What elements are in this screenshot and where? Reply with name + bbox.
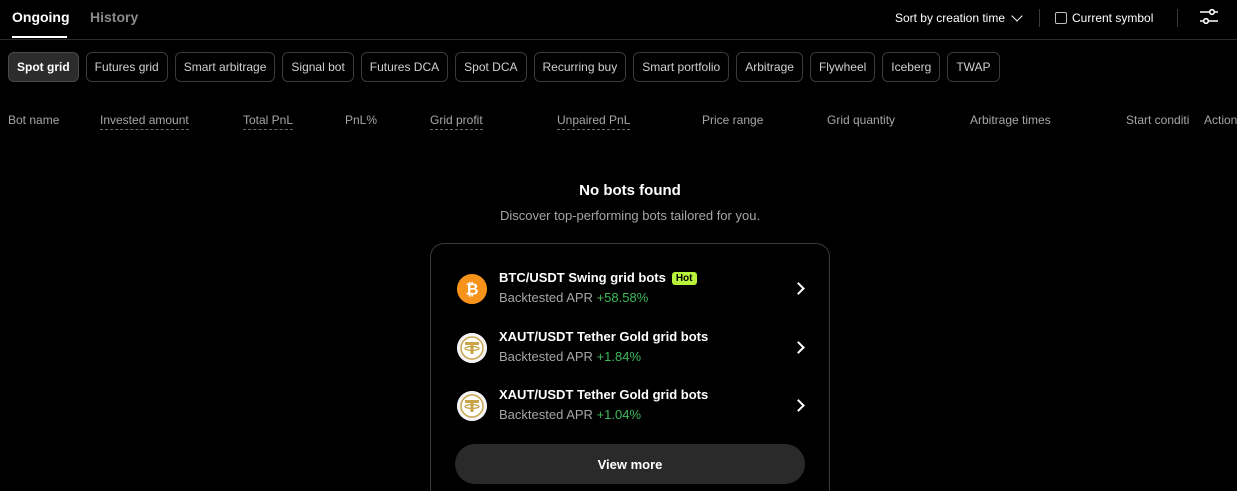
view-more-button[interactable]: View more bbox=[455, 444, 805, 484]
column-price-range: Price range bbox=[702, 113, 764, 127]
chip-iceberg[interactable]: Iceberg bbox=[882, 52, 941, 82]
divider bbox=[1039, 9, 1040, 27]
empty-state-subtitle: Discover top-performing bots tailored fo… bbox=[499, 208, 761, 223]
column-grid-quantity: Grid quantity bbox=[827, 113, 896, 127]
current-symbol-checkbox[interactable] bbox=[1055, 12, 1067, 24]
bitcoin-icon: ₿ bbox=[457, 274, 487, 304]
recommended-bot-apr: Backtested APR +1.84% bbox=[499, 349, 642, 364]
chip-spot-dca[interactable]: Spot DCA bbox=[455, 52, 527, 82]
column-action: Action bbox=[1204, 113, 1237, 127]
column-unpaired-pnl[interactable]: Unpaired PnL bbox=[557, 113, 631, 130]
recommended-bot-title: XAUT/USDT Tether Gold grid bots bbox=[499, 329, 709, 344]
empty-state-title: No bots found bbox=[579, 182, 681, 199]
svg-text:₿: ₿ bbox=[465, 280, 478, 299]
chip-smart-arbitrage[interactable]: Smart arbitrage bbox=[174, 52, 276, 82]
chevron-right-icon bbox=[792, 282, 805, 295]
filter-settings-icon[interactable] bbox=[1199, 8, 1219, 26]
tether-gold-icon bbox=[457, 391, 487, 421]
column-bot-name: Bot name bbox=[8, 113, 60, 127]
column-total-pnl[interactable]: Total PnL bbox=[243, 113, 294, 130]
recommended-bot-item[interactable]: XAUT/USDT Tether Gold grid bots Backtest… bbox=[457, 329, 807, 369]
chevron-right-icon bbox=[792, 341, 805, 354]
tether-gold-icon bbox=[457, 333, 487, 363]
hot-badge: Hot bbox=[671, 272, 697, 285]
top-bar: Ongoing History Sort by creation time Cu… bbox=[0, 0, 1237, 40]
chip-signal-bot[interactable]: Signal bot bbox=[282, 52, 354, 82]
recommended-bot-item[interactable]: XAUT/USDT Tether Gold grid bots Backtest… bbox=[457, 387, 807, 427]
column-grid-profit[interactable]: Grid profit bbox=[430, 113, 483, 130]
chip-flywheel[interactable]: Flywheel bbox=[809, 52, 876, 82]
chip-futures-dca[interactable]: Futures DCA bbox=[360, 52, 449, 82]
recommended-bot-item[interactable]: ₿ BTC/USDT Swing grid bots Hot Backtested… bbox=[457, 270, 807, 310]
chevron-down-icon bbox=[1011, 10, 1023, 22]
column-invested-amount[interactable]: Invested amount bbox=[100, 113, 189, 130]
chip-futures-grid[interactable]: Futures grid bbox=[85, 52, 168, 82]
current-symbol-toggle[interactable]: Current symbol bbox=[1055, 11, 1153, 25]
recommended-bot-title: XAUT/USDT Tether Gold grid bots bbox=[499, 387, 709, 402]
sort-dropdown[interactable]: Sort by creation time bbox=[894, 10, 1023, 25]
recommended-bot-apr: Backtested APR +58.58% bbox=[499, 290, 649, 305]
tab-ongoing[interactable]: Ongoing bbox=[12, 9, 70, 25]
sort-label: Sort by creation time bbox=[894, 11, 1005, 25]
chip-recurring-buy[interactable]: Recurring buy bbox=[533, 52, 627, 82]
column-start-condition: Start conditi bbox=[1126, 113, 1190, 127]
tab-history[interactable]: History bbox=[90, 9, 138, 25]
divider bbox=[1177, 9, 1178, 27]
chip-twap[interactable]: TWAP bbox=[947, 52, 1000, 82]
chip-spot-grid[interactable]: Spot grid bbox=[8, 52, 79, 82]
recommended-bots-card: ₿ BTC/USDT Swing grid bots Hot Backtested… bbox=[430, 243, 830, 491]
column-pnl-percent: PnL% bbox=[345, 113, 378, 127]
chevron-right-icon bbox=[792, 399, 805, 412]
chip-smart-portfolio[interactable]: Smart portfolio bbox=[633, 52, 730, 82]
recommended-bot-title: BTC/USDT Swing grid bots Hot bbox=[499, 270, 697, 285]
active-tab-indicator bbox=[12, 36, 67, 38]
chip-arbitrage[interactable]: Arbitrage bbox=[736, 52, 803, 82]
recommended-bot-apr: Backtested APR +1.04% bbox=[499, 407, 642, 422]
column-arbitrage-times: Arbitrage times bbox=[970, 113, 1051, 127]
current-symbol-label: Current symbol bbox=[1072, 11, 1154, 25]
bot-type-chips: Spot grid Futures grid Smart arbitrage S… bbox=[8, 52, 1000, 82]
